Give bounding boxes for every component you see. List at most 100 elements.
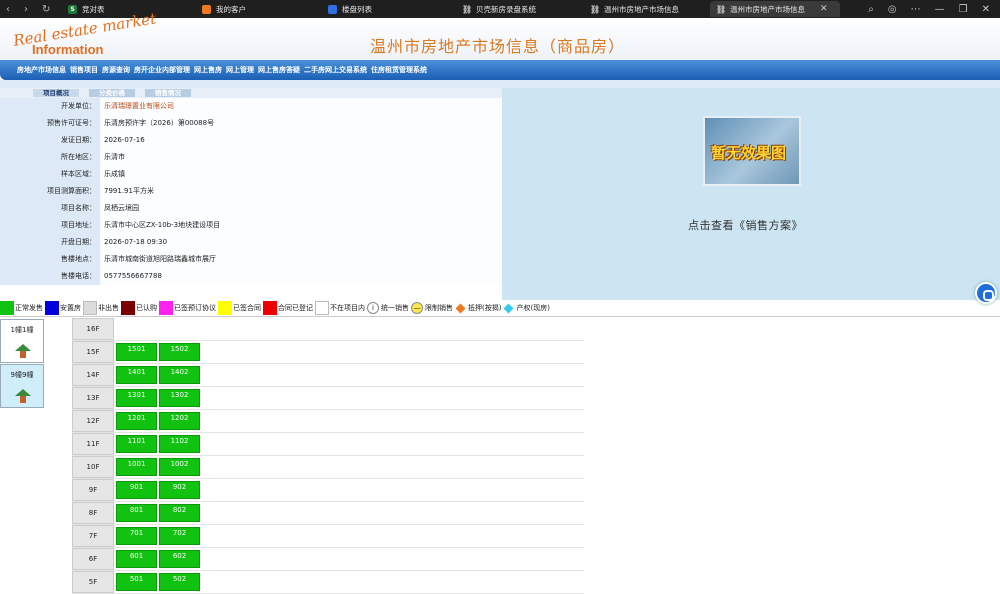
- close-window-icon[interactable]: ✕: [982, 4, 990, 15]
- info-label: 开发单位：: [0, 97, 100, 115]
- info-value: 2026-07-16: [100, 131, 502, 149]
- info-value: 凤栖云境园: [100, 199, 502, 217]
- unit-cell[interactable]: 601: [116, 550, 157, 568]
- more-icon[interactable]: ⋯: [911, 4, 921, 15]
- unit-cell[interactable]: 1401: [116, 366, 157, 384]
- unit-cell[interactable]: 602: [159, 550, 200, 568]
- menu-item[interactable]: 房源查询: [102, 65, 130, 75]
- info-row: 开盘日期： 2026-07-18 09:30: [0, 233, 502, 251]
- menu-item[interactable]: 网上售房: [194, 65, 222, 75]
- menu-item[interactable]: 二手房网上交易系统: [304, 65, 367, 75]
- info-value: 乐清市城南街道旭阳路瑞鑫城市展厅: [100, 250, 502, 268]
- status-legend: 正常发售 安置房 非出售 已认购 已签预订协议 已签合同 合同已登记 不在项目内 i 统一销售 — 限…: [0, 300, 1000, 317]
- info-label: 项目测算面积：: [0, 182, 100, 200]
- main-menu: 房地产市场信息 销售项目 房源查询 房开企业内部管理 网上售房 网上管理 网上售房答疑 二手房…: [0, 60, 1000, 80]
- subtab-bar: 项目概况 分类价格 销售情况: [0, 88, 502, 98]
- diamond-icon: [504, 303, 514, 313]
- link-icon: ⛓: [462, 4, 473, 14]
- menu-item[interactable]: 销售项目: [70, 65, 98, 75]
- info-row: 售楼地点： 乐清市城南街道旭阳路瑞鑫城市展厅: [0, 250, 502, 268]
- legend-item: 正常发售: [0, 301, 43, 315]
- no-image-placeholder: 暂无效果图: [703, 116, 801, 186]
- reload-icon[interactable]: ↻: [42, 4, 50, 15]
- building-card[interactable]: 9幢9幢: [0, 364, 44, 408]
- unit-cell[interactable]: 801: [116, 504, 157, 522]
- info-row: 所在地区： 乐清市: [0, 148, 502, 166]
- search-icon[interactable]: ⌕: [868, 4, 874, 15]
- back-icon[interactable]: ‹: [6, 4, 10, 15]
- globe-icon[interactable]: ◎: [888, 4, 897, 15]
- info-label: 项目名称：: [0, 199, 100, 217]
- unit-cell[interactable]: 1302: [159, 389, 200, 407]
- floor-row: 8F 801 802: [72, 502, 584, 525]
- sale-plan-link[interactable]: 点击查看《销售方案》: [688, 217, 803, 233]
- unit-cell[interactable]: 1102: [159, 435, 200, 453]
- close-tab-icon[interactable]: ✕: [820, 4, 828, 14]
- unit-cell[interactable]: 1201: [116, 412, 157, 430]
- info-row: 发证日期： 2026-07-16: [0, 131, 502, 149]
- legend-swatch: [83, 301, 97, 315]
- legend-label: 不在项目内: [330, 304, 365, 312]
- legend-swatch: [218, 301, 232, 315]
- legend-label: 已签预订协议: [174, 304, 216, 312]
- site-title: 温州市房地产市场信息（商品房）: [370, 37, 626, 56]
- legend-swatch: [263, 301, 277, 315]
- subtab[interactable]: 项目概况: [33, 89, 79, 97]
- unit-cell[interactable]: 1502: [159, 343, 200, 361]
- floor-label: 7F: [72, 525, 114, 547]
- building-card[interactable]: 1幢1幢: [0, 319, 44, 363]
- browser-nav: ‹ › ↻: [0, 4, 60, 15]
- info-value: 乐清房预许字（2026）第00088号: [100, 114, 502, 132]
- browser-tab[interactable]: ⛓ 贝壳新房录盘系统: [456, 1, 576, 17]
- forward-icon[interactable]: ›: [24, 4, 28, 15]
- unit-cell[interactable]: 902: [159, 481, 200, 499]
- subtab[interactable]: 销售情况: [145, 89, 191, 97]
- legend-item: 不在项目内: [315, 301, 365, 315]
- info-circle-icon: i: [367, 302, 379, 314]
- unit-cell[interactable]: 1501: [116, 343, 157, 361]
- unit-cell[interactable]: 1202: [159, 412, 200, 430]
- legend-label: 限制销售: [425, 304, 453, 312]
- menu-item[interactable]: 房开企业内部管理: [134, 65, 190, 75]
- floor-row: 13F 1301 1302: [72, 387, 584, 410]
- browser-tab[interactable]: ⛓ 温州市房地产市场信息 ✕: [710, 1, 840, 17]
- subtab[interactable]: 分类价格: [89, 89, 135, 97]
- unit-cell[interactable]: 901: [116, 481, 157, 499]
- info-row: 预售许可证号： 乐清房预许字（2026）第00088号: [0, 114, 502, 132]
- floor-row: 12F 1201 1202: [72, 410, 584, 433]
- unit-cell[interactable]: 502: [159, 573, 200, 591]
- menu-strip: [0, 80, 1000, 88]
- unit-cell[interactable]: 1101: [116, 435, 157, 453]
- menu-item[interactable]: 网上管理: [226, 65, 254, 75]
- site-banner: Real estate market Information 温州市房地产市场信…: [0, 9, 1000, 60]
- building-label: 9幢9幢: [10, 371, 34, 379]
- legend-item: i 统一销售: [367, 302, 409, 314]
- unit-cell[interactable]: 702: [159, 527, 200, 545]
- unit-cell[interactable]: 1001: [116, 458, 157, 476]
- browser-tab[interactable]: ⛓ 温州市房地产市场信息: [584, 1, 702, 17]
- unit-cell[interactable]: 1002: [159, 458, 200, 476]
- info-value[interactable]: 乐清瑞璟置业有限公司: [100, 97, 502, 115]
- menu-item[interactable]: 网上售房答疑: [258, 65, 300, 75]
- floor-label: 11F: [72, 433, 114, 455]
- minimize-icon[interactable]: —: [935, 4, 945, 15]
- unit-cell[interactable]: 1402: [159, 366, 200, 384]
- floor-row: 9F 901 902: [72, 479, 584, 502]
- info-row: 项目名称： 凤栖云境园: [0, 199, 502, 217]
- floor-row: 7F 701 702: [72, 525, 584, 548]
- floor-row: 15F 1501 1502: [72, 341, 584, 364]
- browser-tab[interactable]: 我的客户: [196, 1, 312, 17]
- menu-item[interactable]: 住房租赁管理系统: [371, 65, 427, 75]
- restore-icon[interactable]: ❐: [959, 4, 968, 15]
- legend-item: 抵押(按揭): [455, 303, 501, 313]
- info-label: 售楼地点：: [0, 250, 100, 268]
- spreadsheet-icon: S: [68, 4, 77, 14]
- unit-cell[interactable]: 501: [116, 573, 157, 591]
- app-icon: [202, 4, 211, 14]
- unit-cell[interactable]: 701: [116, 527, 157, 545]
- unit-cell[interactable]: 802: [159, 504, 200, 522]
- browser-tab[interactable]: 楼盘列表: [322, 1, 446, 17]
- unit-cell[interactable]: 1301: [116, 389, 157, 407]
- menu-item[interactable]: 房地产市场信息: [17, 65, 66, 75]
- info-row: 项目测算面积： 7991.91平方米: [0, 182, 502, 200]
